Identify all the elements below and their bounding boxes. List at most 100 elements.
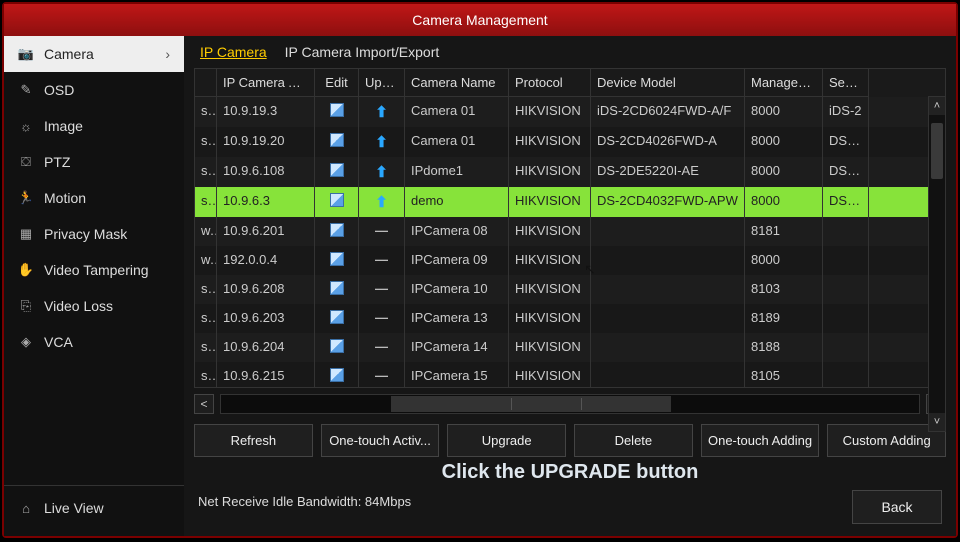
- one-touch-adding-button[interactable]: One-touch Adding: [701, 424, 820, 457]
- cell-upgrade[interactable]: —: [359, 275, 405, 304]
- table-row[interactable]: s...10.9.19.3⬆Camera 01HIKVISIONiDS-2CD6…: [195, 97, 945, 127]
- edit-icon[interactable]: [330, 103, 344, 117]
- col-protocol[interactable]: Protocol: [509, 69, 591, 97]
- cell-management-port: 8103: [745, 275, 823, 304]
- cell-edit[interactable]: [315, 246, 359, 275]
- cell-edit[interactable]: [315, 97, 359, 127]
- col-edit[interactable]: Edit: [315, 69, 359, 97]
- cell-edit[interactable]: [315, 187, 359, 217]
- upgrade-arrow-icon[interactable]: ⬆: [375, 194, 388, 211]
- vertical-scrollbar[interactable]: ˄ ˅: [928, 96, 946, 432]
- sidebar-item-label: Privacy Mask: [44, 226, 127, 242]
- cell-status: s...: [195, 304, 217, 333]
- table-row[interactable]: s...10.9.6.3⬆demoHIKVISIONDS-2CD4032FWD-…: [195, 187, 945, 217]
- edit-icon[interactable]: [330, 133, 344, 147]
- cell-device-model: [591, 304, 745, 333]
- cell-status: s...: [195, 362, 217, 387]
- table-row[interactable]: s...10.9.6.215—IPCamera 15HIKVISION8105: [195, 362, 945, 387]
- sidebar-item-label: PTZ: [44, 154, 70, 170]
- edit-icon[interactable]: [330, 223, 344, 237]
- sidebar-item-vca[interactable]: ◈VCA: [4, 324, 184, 360]
- edit-icon[interactable]: [330, 163, 344, 177]
- col-camera-name[interactable]: Camera Name: [405, 69, 509, 97]
- edit-icon[interactable]: [330, 281, 344, 295]
- upgrade-arrow-icon[interactable]: ⬆: [375, 164, 388, 181]
- delete-button[interactable]: Delete: [574, 424, 693, 457]
- upgrade-button[interactable]: Upgrade: [447, 424, 566, 457]
- col-checkbox[interactable]: [195, 69, 217, 97]
- sidebar-item-label: Video Tampering: [44, 262, 149, 278]
- sidebar-icon: 📷: [18, 46, 34, 62]
- scroll-thumb-h[interactable]: [391, 396, 671, 412]
- edit-icon[interactable]: [330, 252, 344, 266]
- scroll-thumb[interactable]: [931, 123, 943, 179]
- cell-edit[interactable]: [315, 127, 359, 157]
- back-button[interactable]: Back: [852, 490, 942, 524]
- cell-edit[interactable]: [315, 333, 359, 362]
- col-serial[interactable]: Serial: [823, 69, 869, 97]
- sidebar-icon: ✎: [18, 82, 34, 98]
- cell-upgrade[interactable]: —: [359, 362, 405, 387]
- scroll-track[interactable]: [220, 394, 920, 414]
- cell-protocol: HIKVISION: [509, 97, 591, 127]
- scroll-up-icon[interactable]: ˄: [929, 97, 945, 115]
- cell-edit[interactable]: [315, 362, 359, 387]
- table-row[interactable]: s...10.9.6.208—IPCamera 10HIKVISION8103: [195, 275, 945, 304]
- cell-camera-name: IPCamera 09: [405, 246, 509, 275]
- cell-serial: [823, 333, 869, 362]
- cell-upgrade[interactable]: ⬆: [359, 127, 405, 157]
- cell-device-model: iDS-2CD6024FWD-A/F: [591, 97, 745, 127]
- scroll-down-icon[interactable]: ˅: [929, 413, 945, 431]
- horizontal-scrollbar[interactable]: < >: [194, 394, 946, 414]
- tab-ip-camera-import-export[interactable]: IP Camera Import/Export: [285, 44, 440, 60]
- edit-icon[interactable]: [330, 339, 344, 353]
- edit-icon[interactable]: [330, 193, 344, 207]
- dash-icon: —: [375, 252, 388, 267]
- cell-edit[interactable]: [315, 157, 359, 187]
- cell-camera-name: IPCamera 10: [405, 275, 509, 304]
- scroll-left-icon[interactable]: <: [194, 394, 214, 414]
- cell-edit[interactable]: [315, 217, 359, 246]
- col-upgrade[interactable]: Upgr...: [359, 69, 405, 97]
- table-row[interactable]: w...10.9.6.201—IPCamera 08HIKVISION8181: [195, 217, 945, 246]
- sidebar-item-privacy-mask[interactable]: ▦Privacy Mask: [4, 216, 184, 252]
- sidebar-item-image[interactable]: ☼Image: [4, 108, 184, 144]
- cell-upgrade[interactable]: —: [359, 333, 405, 362]
- table-row[interactable]: s...10.9.6.108⬆IPdome1HIKVISIONDS-2DE522…: [195, 157, 945, 187]
- cell-upgrade[interactable]: —: [359, 217, 405, 246]
- cell-upgrade[interactable]: —: [359, 304, 405, 333]
- edit-icon[interactable]: [330, 368, 344, 382]
- col-management-port[interactable]: Managem...: [745, 69, 823, 97]
- cell-edit[interactable]: [315, 304, 359, 333]
- cell-protocol: HIKVISION: [509, 217, 591, 246]
- cell-device-model: [591, 275, 745, 304]
- cell-ip-address: 10.9.6.108: [217, 157, 315, 187]
- sidebar-item-osd[interactable]: ✎OSD: [4, 72, 184, 108]
- sidebar-item-video-loss[interactable]: ⎘Video Loss: [4, 288, 184, 324]
- table-row[interactable]: w...192.0.0.4—IPCamera 09HIKVISION8000: [195, 246, 945, 275]
- col-ip-address[interactable]: IP Camera Addr...: [217, 69, 315, 97]
- sidebar-item-live-view[interactable]: ⌂Live View: [4, 485, 184, 526]
- one-touch-activate-button[interactable]: One-touch Activ...: [321, 424, 440, 457]
- cell-upgrade[interactable]: ⬆: [359, 187, 405, 217]
- sidebar-item-motion[interactable]: 🏃Motion: [4, 180, 184, 216]
- cell-upgrade[interactable]: —: [359, 246, 405, 275]
- upgrade-arrow-icon[interactable]: ⬆: [375, 104, 388, 121]
- cell-edit[interactable]: [315, 275, 359, 304]
- cell-upgrade[interactable]: ⬆: [359, 97, 405, 127]
- tab-ip-camera[interactable]: IP Camera: [200, 44, 267, 60]
- edit-icon[interactable]: [330, 310, 344, 324]
- table-row[interactable]: s...10.9.19.20⬆Camera 01HIKVISIONDS-2CD4…: [195, 127, 945, 157]
- col-device-model[interactable]: Device Model: [591, 69, 745, 97]
- cell-upgrade[interactable]: ⬆: [359, 157, 405, 187]
- table-row[interactable]: s...10.9.6.203—IPCamera 13HIKVISION8189: [195, 304, 945, 333]
- home-icon: ⌂: [18, 500, 34, 516]
- refresh-button[interactable]: Refresh: [194, 424, 313, 457]
- sidebar-item-ptz[interactable]: ⛋PTZ: [4, 144, 184, 180]
- sidebar-item-video-tampering[interactable]: ✋Video Tampering: [4, 252, 184, 288]
- sidebar-item-camera[interactable]: 📷Camera›: [4, 36, 184, 72]
- cell-serial: [823, 275, 869, 304]
- sidebar-item-label: Camera: [44, 46, 94, 62]
- table-row[interactable]: s...10.9.6.204—IPCamera 14HIKVISION8188: [195, 333, 945, 362]
- upgrade-arrow-icon[interactable]: ⬆: [375, 134, 388, 151]
